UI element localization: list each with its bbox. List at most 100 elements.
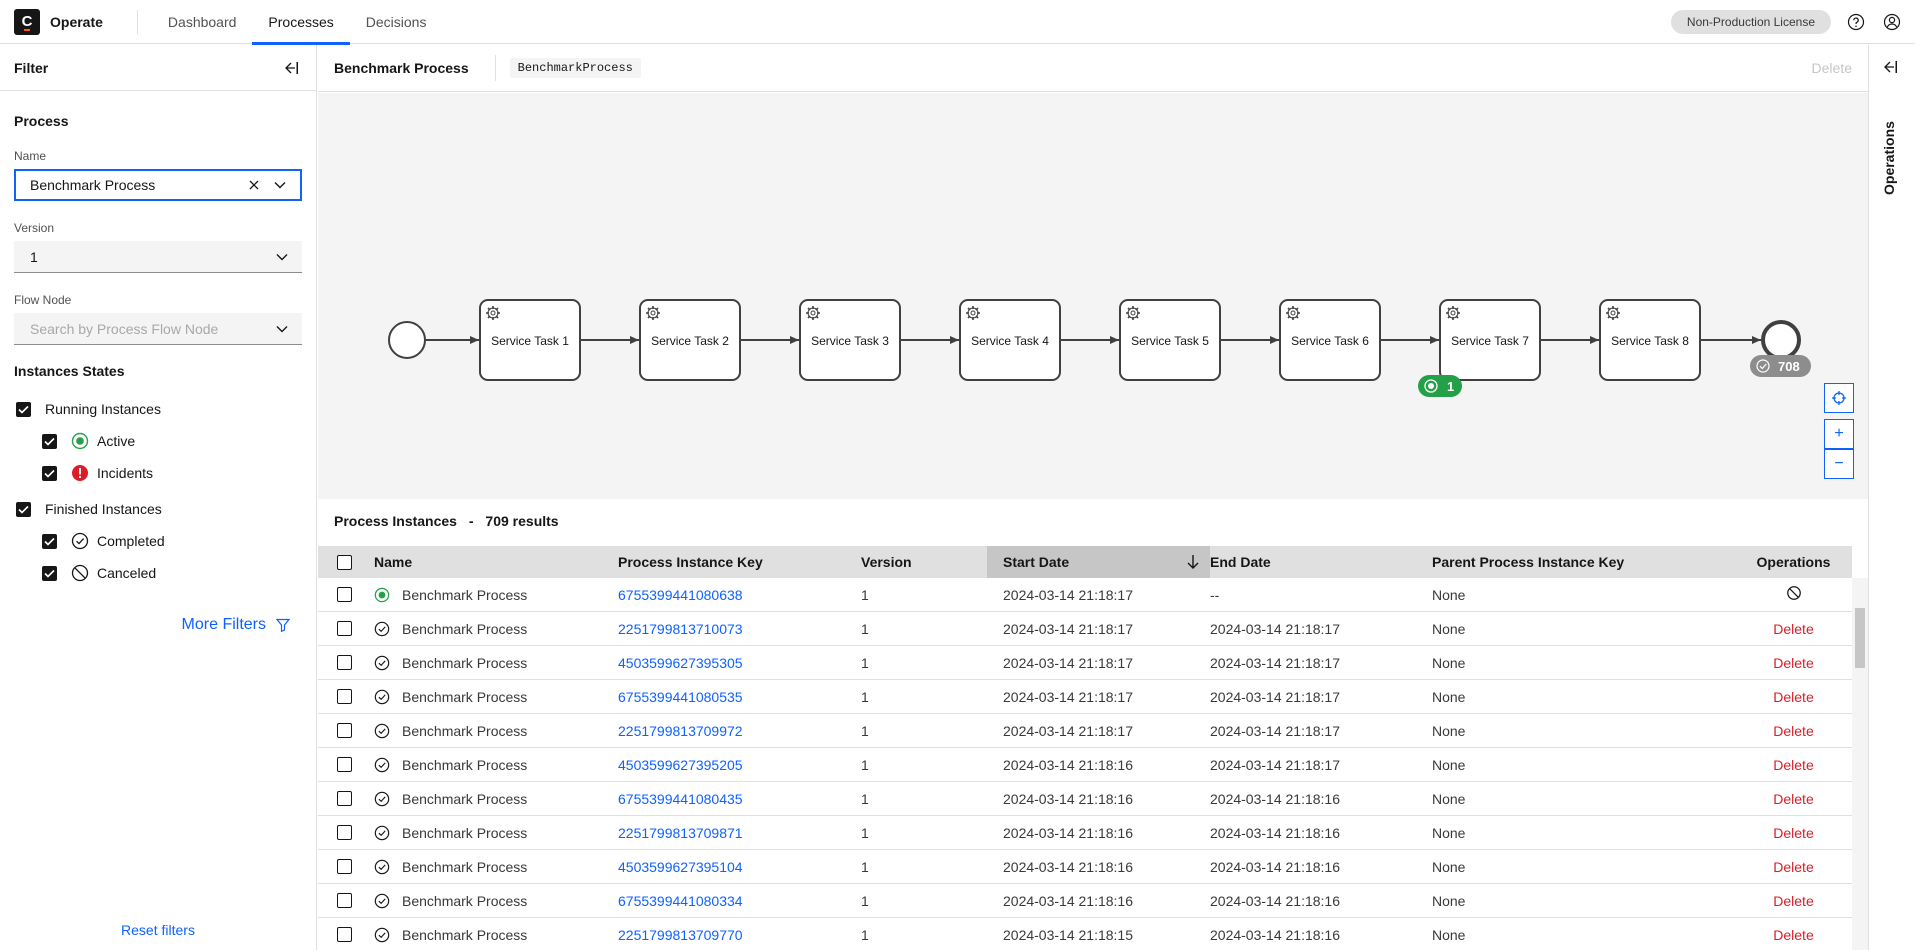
expand-operations-icon[interactable] xyxy=(1883,59,1899,78)
table-row[interactable]: Benchmark Process 4503599627395305 1 2024-0… xyxy=(318,646,1852,680)
instance-key-link[interactable]: 4503599627395205 xyxy=(618,757,743,773)
service-task-7[interactable]: Service Task 7 xyxy=(1439,299,1541,381)
table-row[interactable]: Benchmark Process 2251799813709770 1 2024-0… xyxy=(318,918,1852,950)
sort-descending-icon[interactable] xyxy=(1186,554,1200,570)
row-checkbox[interactable] xyxy=(337,723,352,738)
column-header-name[interactable]: Name xyxy=(374,554,618,570)
checkbox-checked[interactable] xyxy=(42,465,57,481)
tab-dashboard[interactable]: Dashboard xyxy=(152,0,253,44)
help-icon[interactable] xyxy=(1845,11,1867,33)
incidents-checkbox[interactable]: Incidents xyxy=(16,457,316,489)
user-profile-icon[interactable] xyxy=(1881,11,1903,33)
reset-diagram-zoom-button[interactable] xyxy=(1824,383,1854,413)
scrollbar-thumb[interactable] xyxy=(1855,608,1865,668)
finished-instances-checkbox[interactable]: Finished Instances xyxy=(16,493,316,525)
table-row[interactable]: Benchmark Process 2251799813709871 1 2024-0… xyxy=(318,816,1852,850)
row-checkbox[interactable] xyxy=(337,757,352,772)
table-row[interactable]: Benchmark Process 4503599627395205 1 2024-0… xyxy=(318,748,1852,782)
active-checkbox[interactable]: Active xyxy=(16,425,316,457)
completed-checkbox[interactable]: Completed xyxy=(16,525,316,557)
checkbox-checked[interactable] xyxy=(42,565,57,581)
select-all-checkbox[interactable] xyxy=(337,554,352,570)
end-event[interactable] xyxy=(1761,320,1801,360)
instance-key-link[interactable]: 4503599627395104 xyxy=(618,859,743,875)
row-checkbox[interactable] xyxy=(337,825,352,840)
delete-instance-button[interactable]: Delete xyxy=(1773,689,1813,705)
row-checkbox[interactable] xyxy=(337,893,352,908)
table-row[interactable]: Benchmark Process 6755399441080334 1 2024-0… xyxy=(318,884,1852,918)
row-checkbox[interactable] xyxy=(337,927,352,942)
column-header-version[interactable]: Version xyxy=(861,554,987,570)
license-badge[interactable]: Non-Production License xyxy=(1670,9,1831,34)
active-instance-badge[interactable]: 1 xyxy=(1418,375,1462,397)
brand-name[interactable]: Operate xyxy=(50,14,103,30)
instance-key-link[interactable]: 6755399441080638 xyxy=(618,587,743,603)
row-checkbox[interactable] xyxy=(337,689,352,704)
tab-processes[interactable]: Processes xyxy=(252,0,351,45)
zoom-in-button[interactable]: + xyxy=(1824,419,1854,449)
instance-key-link[interactable]: 4503599627395305 xyxy=(618,655,743,671)
instance-key-link[interactable]: 2251799813709972 xyxy=(618,723,743,739)
start-event[interactable] xyxy=(388,321,426,359)
table-row[interactable]: Benchmark Process 2251799813710073 1 2024-0… xyxy=(318,612,1852,646)
completed-instances-badge[interactable]: 708 xyxy=(1750,355,1811,377)
row-checkbox[interactable] xyxy=(337,655,352,670)
table-row[interactable]: Benchmark Process 4503599627395104 1 2024-0… xyxy=(318,850,1852,884)
collapse-panel-icon[interactable] xyxy=(282,58,302,78)
bpmn-diagram[interactable]: Service Task 1 Service Task 2 Service Task… xyxy=(318,93,1868,499)
service-task-2[interactable]: Service Task 2 xyxy=(639,299,741,381)
checkbox-checked[interactable] xyxy=(42,533,57,549)
service-task-6[interactable]: Service Task 6 xyxy=(1279,299,1381,381)
instance-key-link[interactable]: 2251799813709871 xyxy=(618,825,743,841)
camunda-logo[interactable]: C xyxy=(14,8,40,35)
instance-key-link[interactable]: 6755399441080435 xyxy=(618,791,743,807)
delete-instance-button[interactable]: Delete xyxy=(1773,791,1813,807)
column-header-parent-key[interactable]: Parent Process Instance Key xyxy=(1432,554,1735,570)
service-task-1[interactable]: Service Task 1 xyxy=(479,299,581,381)
row-checkbox[interactable] xyxy=(337,587,352,602)
delete-instance-button[interactable]: Delete xyxy=(1773,655,1813,671)
table-row[interactable]: Benchmark Process 2251799813709972 1 2024-0… xyxy=(318,714,1852,748)
delete-instance-button[interactable]: Delete xyxy=(1773,859,1813,875)
delete-instance-button[interactable]: Delete xyxy=(1773,927,1813,943)
table-row[interactable]: Benchmark Process 6755399441080435 1 2024-0… xyxy=(318,782,1852,816)
chevron-down-icon[interactable] xyxy=(272,177,288,193)
delete-instance-button[interactable]: Delete xyxy=(1773,825,1813,841)
delete-instance-button[interactable]: Delete xyxy=(1773,893,1813,909)
instance-key-link[interactable]: 2251799813710073 xyxy=(618,621,743,637)
reset-filters-button[interactable]: Reset filters xyxy=(0,922,316,938)
chevron-down-icon[interactable] xyxy=(274,249,290,265)
flow-node-combobox[interactable]: Search by Process Flow Node xyxy=(14,313,302,345)
table-row[interactable]: Benchmark Process 6755399441080535 1 2024-0… xyxy=(318,680,1852,714)
column-header-instance-key[interactable]: Process Instance Key xyxy=(618,554,861,570)
service-task-3[interactable]: Service Task 3 xyxy=(799,299,901,381)
bpmn-diagram-canvas[interactable]: Service Task 1 Service Task 2 Service Task… xyxy=(318,93,1868,499)
instance-key-link[interactable]: 6755399441080334 xyxy=(618,893,743,909)
zoom-out-button[interactable]: − xyxy=(1824,449,1854,479)
clear-icon[interactable] xyxy=(246,177,262,193)
process-name-value[interactable]: Benchmark Process xyxy=(30,177,246,193)
running-instances-checkbox[interactable]: Running Instances xyxy=(16,393,316,425)
delete-instance-button[interactable]: Delete xyxy=(1773,757,1813,773)
delete-instance-button[interactable]: Delete xyxy=(1773,621,1813,637)
version-select[interactable]: 1 xyxy=(14,241,302,273)
more-filters-button[interactable]: More Filters xyxy=(182,616,290,634)
delete-definition-button[interactable]: Delete xyxy=(1812,60,1852,76)
table-row[interactable]: Benchmark Process 6755399441080638 1 2024-0… xyxy=(318,578,1852,612)
service-task-5[interactable]: Service Task 5 xyxy=(1119,299,1221,381)
row-checkbox[interactable] xyxy=(337,621,352,636)
column-header-end-date[interactable]: End Date xyxy=(1210,554,1432,570)
process-name-combobox[interactable]: Benchmark Process xyxy=(14,169,302,201)
cancel-instance-icon[interactable] xyxy=(1786,585,1802,604)
operations-panel-label[interactable]: Operations xyxy=(1881,121,1897,195)
tab-decisions[interactable]: Decisions xyxy=(350,0,443,44)
instance-key-link[interactable]: 6755399441080535 xyxy=(618,689,743,705)
delete-instance-button[interactable]: Delete xyxy=(1773,723,1813,739)
row-checkbox[interactable] xyxy=(337,859,352,874)
service-task-8[interactable]: Service Task 8 xyxy=(1599,299,1701,381)
service-task-4[interactable]: Service Task 4 xyxy=(959,299,1061,381)
canceled-checkbox[interactable]: Canceled xyxy=(16,557,316,589)
flow-node-placeholder[interactable]: Search by Process Flow Node xyxy=(30,321,274,337)
column-header-start-date[interactable]: Start Date xyxy=(987,546,1210,578)
checkbox-checked[interactable] xyxy=(16,501,31,517)
